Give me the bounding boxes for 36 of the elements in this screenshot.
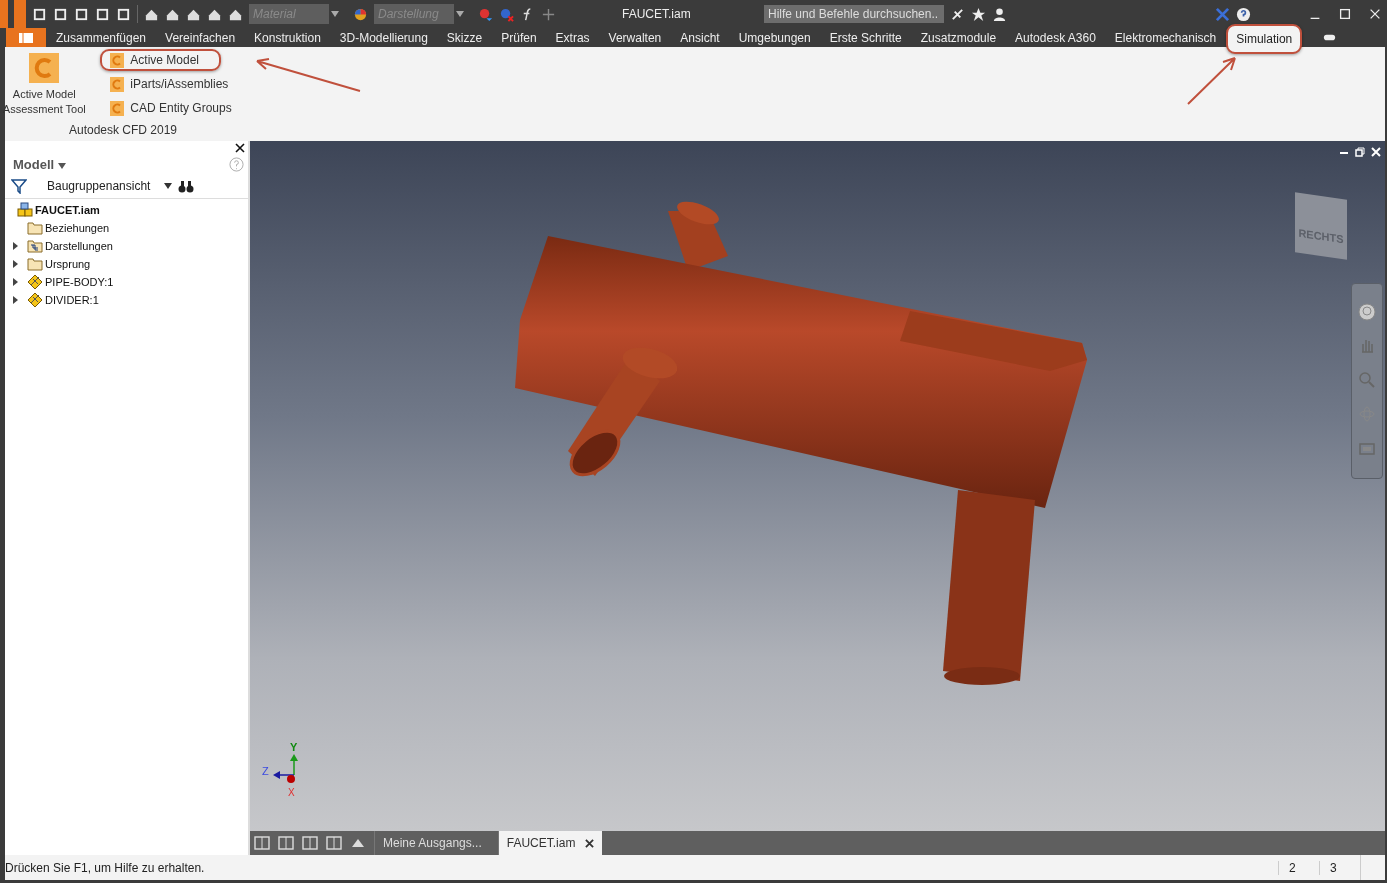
tree-item[interactable]: DIVIDER:1 <box>45 294 99 306</box>
axis-label: Z <box>262 765 269 777</box>
status-counter: 3 <box>1319 860 1360 875</box>
axis-label: X <box>288 787 295 798</box>
ribbon-tab[interactable]: 3D-Modellierung <box>330 28 437 47</box>
tree-item[interactable]: Ursprung <box>45 258 91 270</box>
ribbon-tab[interactable]: Extras <box>546 28 599 47</box>
ribbon-tab[interactable]: Simulation <box>1226 24 1303 54</box>
window-title: FAUCET.iam <box>622 7 692 21</box>
ribbon-tab[interactable]: Prüfen <box>492 28 546 47</box>
panel-title: Autodesk CFD 2019 <box>68 123 178 137</box>
ribbon-button[interactable]: Active Model <box>100 49 221 71</box>
tree-item[interactable]: PIPE-BODY:1 <box>45 276 114 288</box>
ribbon-tab[interactable]: Zusatzmodule <box>911 28 1006 47</box>
view-dropdown[interactable]: Baugruppenansicht <box>33 179 151 193</box>
status-message: Drücken Sie F1, um Hilfe zu erhalten. <box>5 860 206 875</box>
ribbon-tab[interactable]: Autodesk A360 <box>1006 28 1105 47</box>
axis-label: Y <box>290 741 298 753</box>
status-counter: 2 <box>1278 860 1319 875</box>
ribbon-tab[interactable]: Umgebungen <box>729 28 820 47</box>
document-tab[interactable]: FAUCET.iam <box>497 831 603 855</box>
tree-item[interactable]: Darstellungen <box>45 240 113 252</box>
ribbon-tab[interactable]: Vereinfachen <box>156 28 245 47</box>
ribbon-button[interactable]: CAD Entity Groups <box>100 97 254 119</box>
help-search-field[interactable]: Hilfe und Befehle durchsuchen.. <box>764 5 944 23</box>
tree-item[interactable]: FAUCET.iam <box>35 204 100 216</box>
ribbon-tab[interactable]: Zusammenfügen <box>47 28 156 47</box>
browser-title-dropdown[interactable]: Modell <box>13 157 66 172</box>
ribbon-tab[interactable]: Elektromechanisch <box>1105 28 1226 47</box>
ribbon-tab[interactable]: Konstruktion <box>245 28 330 47</box>
ribbon-tab[interactable]: Skizze <box>437 28 492 47</box>
ribbon-tab[interactable]: Erste Schritte <box>820 28 911 47</box>
ribbon-button[interactable]: iParts/iAssemblies <box>100 73 251 95</box>
tree-item[interactable]: Beziehungen <box>45 222 110 234</box>
ribbon-tab[interactable]: Ansicht <box>671 28 729 47</box>
ribbon-tab[interactable]: Verwalten <box>599 28 671 47</box>
